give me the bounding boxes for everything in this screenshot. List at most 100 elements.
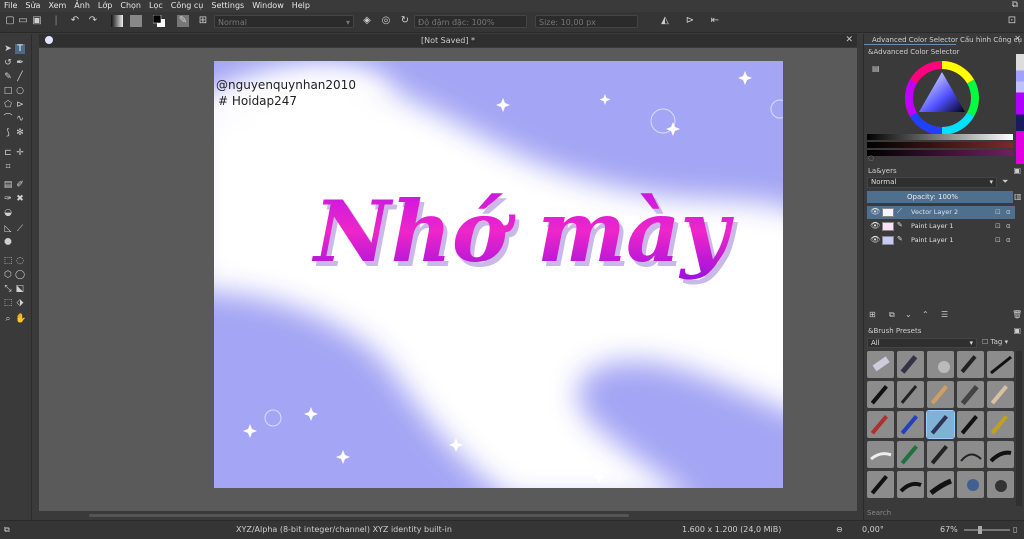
gradient-tool-icon[interactable]: ▤ [3, 180, 13, 190]
brush-grid-scrollbar[interactable] [1016, 351, 1022, 506]
crop-tool-icon[interactable]: ⊏ [3, 148, 13, 158]
contiguous-select-icon[interactable]: ⤡ [3, 284, 13, 294]
menu-filter[interactable]: Lọc [145, 0, 167, 11]
brush-preset-charcoal[interactable] [957, 381, 984, 408]
brush-preset-texture[interactable] [957, 441, 984, 468]
alpha-lock-icon[interactable]: α [1006, 222, 1011, 230]
brush-presets-float-icon[interactable]: ▣ [1013, 326, 1021, 335]
grid-options-icon[interactable]: ⊞ [197, 15, 209, 27]
open-document-icon[interactable]: ▭ [17, 15, 29, 27]
duplicate-layer-icon[interactable]: ⧉ [889, 310, 895, 320]
brush-preset-airbrush[interactable] [957, 351, 984, 378]
brush-preset-blue-pen[interactable] [897, 411, 924, 438]
layer-row[interactable]: 👁 ✎ Paint Layer 1 ⊡ α [867, 234, 1015, 247]
document-tab-title[interactable]: [Not Saved] * [39, 34, 857, 47]
color-wheel[interactable] [904, 60, 980, 136]
menu-window[interactable]: Window [248, 0, 288, 11]
polyline-tool-icon[interactable]: ⊳ [15, 100, 25, 110]
wrap-around-icon[interactable]: ⇤ [709, 15, 721, 27]
canvas[interactable]: @nguyenquynhan2010 # Hoidap247 Nhớ mày N… [214, 61, 783, 488]
visibility-eye-icon[interactable]: 👁 [870, 235, 880, 244]
menu-select[interactable]: Chọn [116, 0, 145, 11]
menu-edit[interactable]: Sửa [21, 0, 44, 11]
smart-patch-icon[interactable]: ✖ [15, 194, 25, 204]
redo-icon[interactable]: ↷ [87, 15, 99, 27]
status-brush-icon[interactable]: ⧉ [4, 525, 10, 535]
menu-image[interactable]: Ảnh [70, 0, 94, 11]
layers-blend-mode-select[interactable]: Normal ▾ [867, 177, 997, 188]
rect-select-icon[interactable]: ⬚ [3, 256, 13, 266]
visibility-eye-icon[interactable]: 👁 [870, 221, 880, 230]
text-tool-icon[interactable]: T [15, 44, 25, 54]
ellipse-tool-icon[interactable]: ○ [15, 86, 25, 96]
move-layer-down-icon[interactable]: ⌄ [905, 310, 912, 319]
hue-slider[interactable] [867, 150, 1013, 156]
menu-view[interactable]: Xem [44, 0, 70, 11]
menu-settings[interactable]: Settings [207, 0, 248, 11]
toolbar-overflow-icon[interactable]: ⊡ [1006, 15, 1018, 27]
close-icon[interactable]: ✕ [1014, 34, 1021, 43]
alpha-lock-icon[interactable]: α [1006, 208, 1011, 216]
freehand-brush-icon[interactable]: ✎ [3, 72, 13, 82]
fill-tool-icon[interactable]: ◒ [3, 208, 13, 218]
edit-shapes-icon[interactable]: ↺ [3, 58, 13, 68]
transform-tool-icon[interactable]: ⌗ [3, 162, 13, 172]
move-tool-icon[interactable]: ✛ [15, 148, 25, 158]
layer-row[interactable]: 👁 ⟋ Vector Layer 2 ⊡ α [867, 206, 1015, 219]
brush-preset-wet[interactable] [987, 411, 1014, 438]
fullscreen-icon[interactable]: ▯ [1013, 525, 1017, 534]
new-document-icon[interactable]: ▢ [4, 15, 16, 27]
pan-tool-icon[interactable]: ✋ [15, 314, 26, 324]
ellipse-select-icon[interactable]: ◌ [15, 256, 25, 266]
brush-preset-smudge[interactable] [867, 441, 894, 468]
brush-preset-ink[interactable] [987, 351, 1014, 378]
menu-layer[interactable]: Lớp [94, 0, 116, 11]
rectangle-tool-icon[interactable]: □ [3, 86, 13, 96]
select-shapes-icon[interactable]: ➤ [3, 44, 13, 54]
brush-preset-blender[interactable] [927, 351, 954, 378]
colorize-mask-icon[interactable]: ✑ [3, 194, 13, 204]
measure-tool-icon[interactable]: ⟋ [15, 224, 25, 234]
freehand-select-icon[interactable]: ◯ [15, 270, 25, 280]
brush-preset-fill[interactable] [987, 441, 1014, 468]
move-layer-up-icon[interactable]: ⌃ [922, 310, 929, 319]
layer-properties-icon[interactable]: ▥ [1014, 192, 1022, 201]
brush-preset-dark[interactable] [927, 441, 954, 468]
brush-preset-selected[interactable] [926, 410, 955, 439]
layer-row[interactable]: 👁 ✎ Paint Layer 1 ⊡ α [867, 220, 1015, 233]
brush-preset-green[interactable] [897, 441, 924, 468]
brush-preset-calligraphy[interactable] [867, 471, 894, 498]
horizontal-scrollbar-thumb[interactable] [89, 514, 629, 517]
brush-preset-bold[interactable] [927, 471, 954, 498]
zoom-slider-handle[interactable] [978, 526, 982, 534]
blend-mode-select[interactable]: Normal ▾ [214, 15, 354, 28]
alpha-lock-icon[interactable]: α [1006, 236, 1011, 244]
brush-preset-red-pencil[interactable] [867, 411, 894, 438]
close-document-icon[interactable]: ✕ [845, 35, 853, 45]
mirror-vertical-icon[interactable]: ⊳ [684, 15, 696, 27]
layers-opacity-slider[interactable]: Opacity: 100% [867, 191, 1013, 203]
brush-preset-pen[interactable] [867, 381, 894, 408]
brush-preset-marker[interactable] [897, 351, 924, 378]
brush-preset-watercolor[interactable] [957, 471, 984, 498]
freehand-path-icon[interactable]: ∿ [15, 114, 25, 124]
reload-preset-icon[interactable]: ↻ [399, 15, 411, 27]
value-slider[interactable] [867, 134, 1013, 140]
layer-filter-icon[interactable]: ⏷ [1002, 177, 1008, 187]
size-slider[interactable]: Size: 10,00 px [535, 15, 638, 28]
bezier-select-icon[interactable]: ⬚ [3, 298, 13, 308]
pattern-icon[interactable] [130, 15, 142, 27]
save-icon[interactable]: ▣ [31, 15, 43, 27]
gradient-icon[interactable] [111, 15, 123, 27]
brush-preset-eraser[interactable] [867, 351, 894, 378]
multibrush-icon[interactable]: ✻ [15, 128, 25, 138]
color-picker-icon[interactable]: ✐ [15, 180, 25, 190]
brush-filter-select[interactable]: All ▾ [867, 338, 977, 348]
magnetic-select-icon[interactable]: ⬗ [15, 298, 25, 308]
polygon-select-icon[interactable]: ⬡ [3, 270, 13, 280]
brush-preset-icon[interactable]: ✎ [177, 15, 189, 27]
polygon-tool-icon[interactable]: ⬠ [3, 100, 13, 110]
layers-float-icon[interactable]: ▣ [1013, 166, 1021, 175]
add-layer-icon[interactable]: ⊞ [869, 310, 876, 319]
window-restore-icon[interactable]: ⧉ [1012, 0, 1018, 10]
